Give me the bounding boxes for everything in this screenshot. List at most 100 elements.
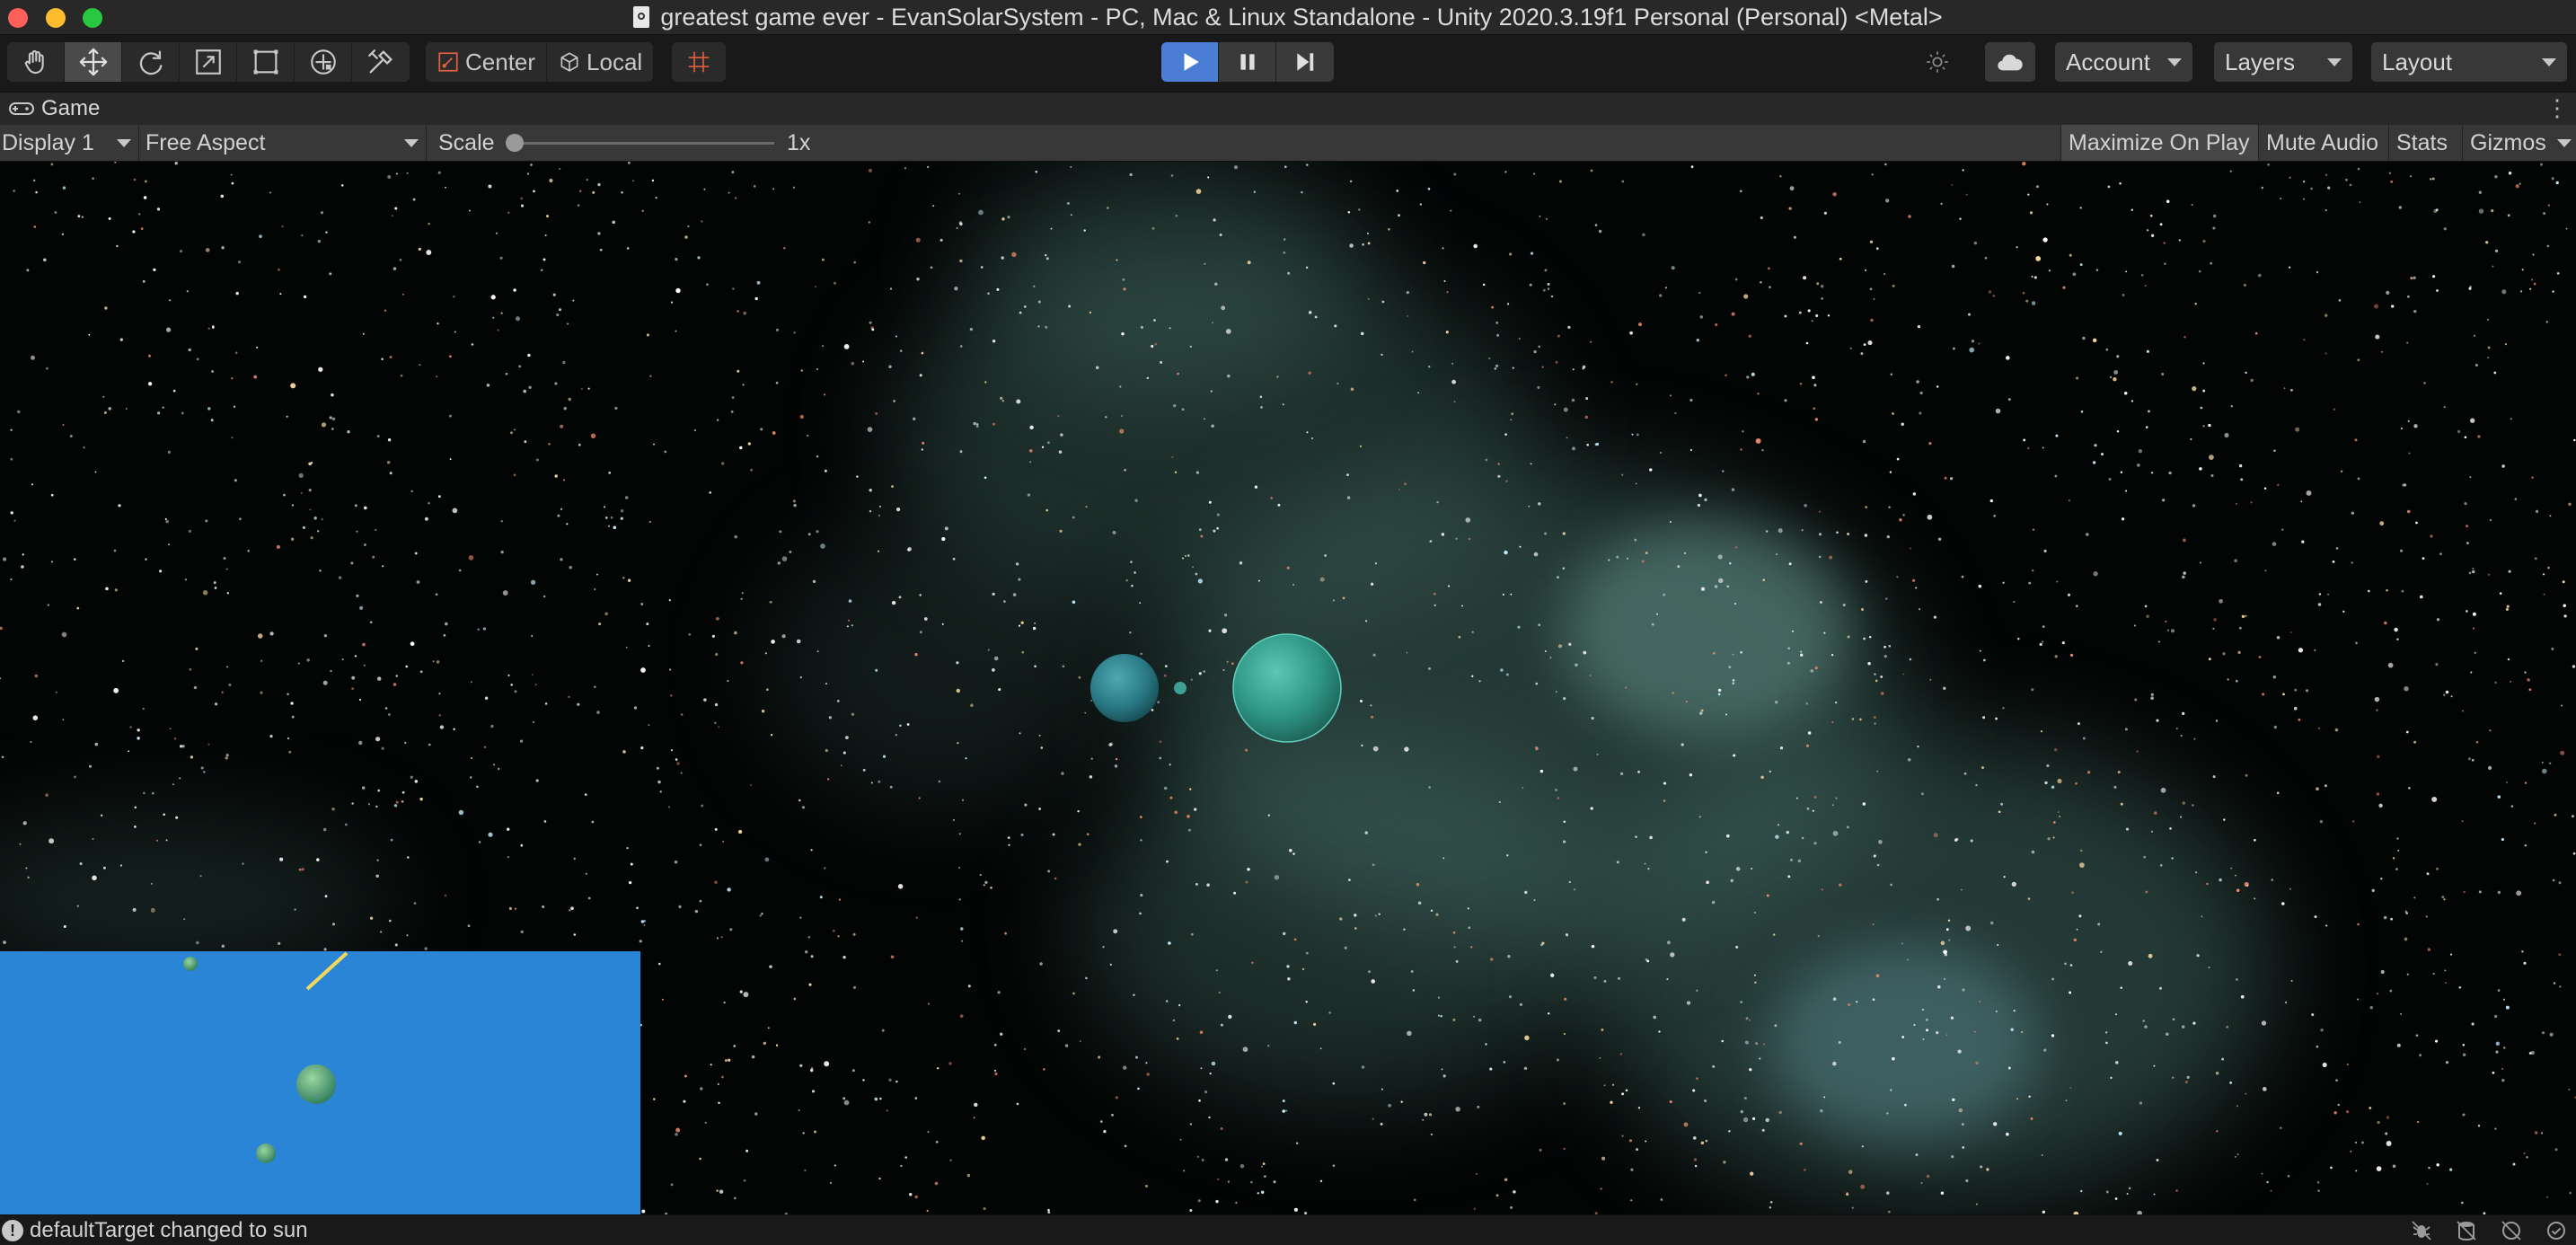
scale-tool-button[interactable] [180,42,237,82]
star [377,789,381,792]
play-button[interactable] [1161,42,1219,82]
star [2254,331,2258,335]
star [259,234,262,238]
star [1919,391,1923,395]
star [142,707,145,711]
services-button[interactable] [1914,42,1961,82]
star [2501,837,2504,842]
rotate-tool-button[interactable] [122,42,180,82]
star [1068,305,1072,308]
game-viewport[interactable] [0,162,2576,1214]
star [2068,499,2070,502]
star [1814,666,1818,670]
account-dropdown[interactable]: Account [2055,42,2192,82]
star [1734,278,1738,281]
star [310,536,313,540]
moon[interactable] [1174,682,1187,694]
step-button[interactable] [1276,42,1334,82]
star [554,474,558,478]
planet-small[interactable] [1090,654,1159,722]
star [1762,578,1765,581]
star [2554,1148,2558,1152]
custom-tool-button[interactable] [352,42,410,82]
scale-slider-track[interactable] [508,142,774,145]
star [2499,592,2502,595]
star [737,310,739,313]
status-message[interactable]: defaultTarget changed to sun [30,1215,308,1245]
star [1958,1108,1963,1113]
hand-tool-button[interactable] [7,42,65,82]
star [1651,622,1654,626]
star [620,508,624,513]
star [1823,211,1827,215]
star [734,1196,737,1200]
star [1052,833,1055,836]
pause-button[interactable] [1219,42,1276,82]
star [1508,995,1512,999]
star [760,428,763,431]
star [132,907,137,912]
grid-snapping-button[interactable] [672,42,726,82]
gizmos-dropdown[interactable] [2552,125,2576,161]
star [1059,529,1063,533]
pivot-mode-button[interactable]: Center [426,42,548,82]
star [113,549,117,552]
star [2487,357,2490,359]
star [2118,1131,2122,1135]
star [2355,1170,2358,1172]
gizmos-button[interactable]: Gizmos [2462,125,2552,161]
mute-audio-button[interactable]: Mute Audio [2258,125,2388,161]
star [1813,842,1817,845]
tab-game[interactable]: Game [0,93,109,125]
maximize-on-play-button[interactable]: Maximize On Play [2060,125,2258,161]
star [1798,311,1802,314]
star [2541,1031,2545,1035]
star [1787,875,1791,879]
star [1920,1181,1923,1184]
star [1916,380,1919,384]
star [731,171,735,173]
pivot-rotation-label: Local [587,48,643,75]
star [2067,593,2071,596]
display-dropdown[interactable]: Display 1 [2,125,135,161]
cache-server-icon[interactable] [2454,1219,2479,1242]
star [1731,312,1735,316]
star [2276,635,2280,640]
check-icon[interactable] [2544,1219,2569,1242]
star [2407,295,2410,298]
star [1195,189,1202,194]
rect-tool-button[interactable] [237,42,295,82]
planet-large[interactable] [1232,633,1342,743]
star [812,579,816,584]
star [1714,585,1718,588]
star [2355,1141,2358,1143]
star [1239,561,1243,565]
star [32,179,36,182]
debug-icon[interactable] [2409,1219,2434,1242]
move-tool-button[interactable] [65,42,122,82]
layout-dropdown[interactable]: Layout [2371,42,2567,82]
star [1621,473,1624,476]
star [269,734,273,738]
more-options-icon[interactable]: ⋮ [2545,96,2569,119]
pivot-rotation-button[interactable]: Local [547,42,653,82]
star [731,396,735,399]
aspect-dropdown[interactable]: Free Aspect [146,125,424,161]
star [2192,504,2196,508]
progress-icon[interactable] [2499,1219,2524,1242]
star [2539,163,2544,166]
star [2547,566,2550,570]
layers-dropdown[interactable]: Layers [2214,42,2352,82]
star [1800,650,1803,653]
layers-label: Layers [2225,49,2296,75]
collab-button[interactable] [1985,42,2035,82]
star [2006,1132,2009,1136]
star [1354,927,1357,930]
stats-button[interactable]: Stats [2388,125,2462,161]
transform-tool-button[interactable] [295,42,352,82]
star [1683,1122,1689,1127]
scale-slider-thumb[interactable] [506,134,524,152]
star [2209,455,2214,460]
star [276,544,280,549]
star [470,756,473,760]
